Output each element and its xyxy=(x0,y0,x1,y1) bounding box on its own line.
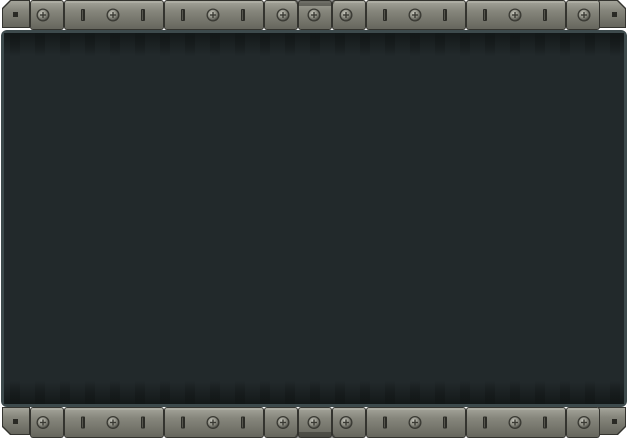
rivet-icon xyxy=(106,416,120,429)
rivet-icon xyxy=(307,416,321,429)
shadow-tooth xyxy=(60,380,70,404)
shadow-tooth xyxy=(185,380,195,404)
shadow-tooth xyxy=(85,33,95,57)
slot-icon xyxy=(81,9,85,21)
shadow-tooth xyxy=(360,33,370,57)
shadow-tooth xyxy=(610,380,620,404)
shadow-tooth xyxy=(235,380,245,404)
slot-icon xyxy=(443,9,447,21)
shadow-tooth xyxy=(85,380,95,404)
shadow-tooth xyxy=(560,380,570,404)
shadow-tooth xyxy=(610,33,620,57)
shadow-tooth xyxy=(485,33,495,57)
shadow-tooth xyxy=(160,380,170,404)
screen-top-shadow xyxy=(4,33,624,57)
corner-bracket-icon xyxy=(598,0,626,28)
top-rail xyxy=(2,0,626,30)
shadow-tooth xyxy=(435,33,445,57)
shadow-tooth xyxy=(535,380,545,404)
shadow-tooth xyxy=(385,380,395,404)
rivet-icon xyxy=(577,8,591,22)
rivet-icon xyxy=(577,416,591,429)
shadow-tooth xyxy=(510,380,520,404)
slot-icon xyxy=(181,9,185,21)
rivet-icon xyxy=(276,8,290,22)
slot-icon xyxy=(543,9,547,21)
shadow-tooth xyxy=(135,380,145,404)
shadow-tooth xyxy=(510,33,520,57)
shadow-tooth xyxy=(285,380,295,404)
slot-icon xyxy=(543,416,547,429)
rivet-icon xyxy=(206,416,220,429)
corner-bracket-icon xyxy=(2,0,30,28)
shadow-tooth xyxy=(335,380,345,404)
shadow-tooth xyxy=(460,380,470,404)
shadow-tooth xyxy=(310,380,320,404)
rivet-icon xyxy=(276,416,290,429)
shadow-tooth xyxy=(235,33,245,57)
rivet-icon xyxy=(408,416,422,429)
corner-bracket-icon xyxy=(2,407,30,435)
rivet-icon xyxy=(339,416,353,429)
shadow-tooth xyxy=(535,33,545,57)
shadow-tooth xyxy=(435,380,445,404)
shadow-tooth xyxy=(310,33,320,57)
shadow-tooth xyxy=(260,33,270,57)
shadow-tooth xyxy=(360,380,370,404)
bottom-rail xyxy=(2,407,626,438)
rivet-icon xyxy=(339,8,353,22)
shadow-tooth xyxy=(110,380,120,404)
shadow-tooth xyxy=(485,380,495,404)
rivet-icon xyxy=(508,8,522,22)
shadow-tooth xyxy=(585,33,595,57)
rivet-icon xyxy=(307,8,321,22)
slot-icon xyxy=(483,416,487,429)
shadow-tooth xyxy=(410,33,420,57)
shadow-tooth xyxy=(135,33,145,57)
center-notch xyxy=(294,432,336,438)
shadow-tooth xyxy=(460,33,470,57)
shadow-tooth xyxy=(210,380,220,404)
slot-icon xyxy=(483,9,487,21)
shadow-tooth xyxy=(35,33,45,57)
slot-icon xyxy=(241,416,245,429)
rivet-icon xyxy=(206,8,220,22)
rivet-icon xyxy=(408,8,422,22)
shadow-tooth xyxy=(560,33,570,57)
center-notch xyxy=(294,0,336,6)
rivet-icon xyxy=(508,416,522,429)
metal-panel-frame xyxy=(0,0,628,438)
shadow-tooth xyxy=(185,33,195,57)
shadow-tooth xyxy=(260,380,270,404)
shadow-tooth xyxy=(10,380,20,404)
shadow-tooth xyxy=(410,380,420,404)
screen xyxy=(1,30,627,407)
slot-icon xyxy=(181,416,185,429)
shadow-tooth xyxy=(335,33,345,57)
shadow-tooth xyxy=(160,33,170,57)
rivet-icon xyxy=(36,8,50,22)
slot-icon xyxy=(383,9,387,21)
slot-icon xyxy=(141,416,145,429)
shadow-tooth xyxy=(210,33,220,57)
slot-icon xyxy=(141,9,145,21)
rivet-icon xyxy=(36,416,50,429)
shadow-tooth xyxy=(385,33,395,57)
panel-graphic xyxy=(1,0,627,438)
shadow-tooth xyxy=(10,33,20,57)
shadow-tooth xyxy=(35,380,45,404)
rivet-icon xyxy=(106,8,120,22)
shadow-tooth xyxy=(60,33,70,57)
shadow-tooth xyxy=(585,380,595,404)
slot-icon xyxy=(81,416,85,429)
slot-icon xyxy=(443,416,447,429)
screen-bottom-shadow xyxy=(4,380,624,404)
slot-icon xyxy=(383,416,387,429)
slot-icon xyxy=(241,9,245,21)
corner-bracket-icon xyxy=(598,407,626,435)
shadow-tooth xyxy=(110,33,120,57)
shadow-tooth xyxy=(285,33,295,57)
